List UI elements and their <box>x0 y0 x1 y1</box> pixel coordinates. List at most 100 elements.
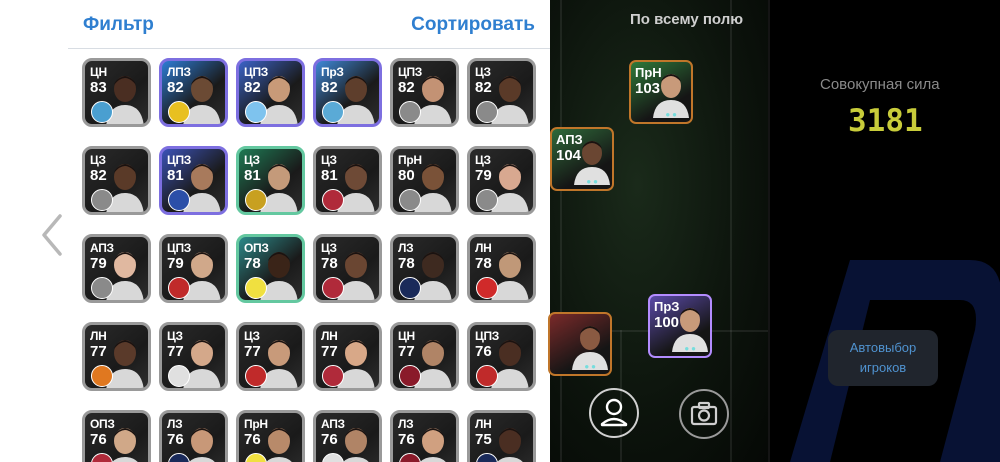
player-card[interactable]: ЛН 78 <box>467 234 536 303</box>
player-card[interactable]: ЛЗ 78 <box>390 234 459 303</box>
player-rating: 76 <box>244 431 261 448</box>
player-position: ЦЗ <box>475 153 491 167</box>
player-position: ЛН <box>321 329 338 343</box>
player-position: ЦЗ <box>475 65 491 79</box>
chevron-left-icon[interactable] <box>38 212 64 258</box>
club-badge-icon <box>476 189 498 211</box>
player-card[interactable]: ЛН 77 <box>313 322 382 391</box>
player-card[interactable]: ЦН 83 <box>82 58 151 127</box>
player-position: ЦН <box>398 329 415 343</box>
player-card[interactable]: ЦЗ 81 <box>313 146 382 215</box>
player-rating: 78 <box>398 255 415 272</box>
player-rating: 79 <box>475 167 492 184</box>
field-player-card[interactable]: ●● <box>548 312 612 376</box>
player-position: ОПЗ <box>244 241 269 255</box>
club-badge-icon <box>476 101 498 123</box>
player-card[interactable]: ЛН 77 <box>82 322 151 391</box>
club-badge-icon <box>322 189 344 211</box>
field-player-card[interactable]: ПрЗ 100 ●● <box>648 294 712 358</box>
player-position: ЦЗ <box>244 153 260 167</box>
player-card[interactable]: ЛПЗ 82 <box>159 58 228 127</box>
person-icon <box>600 398 628 427</box>
auto-select-label-line2: игроков <box>859 360 907 375</box>
club-badge-icon <box>245 277 267 299</box>
auto-select-players-button[interactable]: Автовыбор игроков <box>828 330 938 386</box>
player-position: ЦЗ <box>244 329 260 343</box>
total-strength-label: Совокупная сила <box>820 76 940 93</box>
player-rating: 76 <box>398 431 415 448</box>
player-rating: 78 <box>321 255 338 272</box>
player-card[interactable]: ЛЗ 76 <box>390 410 459 462</box>
player-card[interactable]: ЛН 75 <box>467 410 536 462</box>
club-badge-icon <box>91 189 113 211</box>
player-card[interactable]: ОПЗ 78 <box>236 234 305 303</box>
sort-button[interactable]: Сортировать <box>411 14 535 36</box>
player-position: ЦПЗ <box>475 329 500 343</box>
player-card[interactable]: ПрЗ 82 <box>313 58 382 127</box>
player-card[interactable]: ЦЗ 81 <box>236 146 305 215</box>
summary-panel <box>768 0 1000 462</box>
player-profile-button[interactable] <box>589 388 639 438</box>
camera-button[interactable] <box>679 389 729 439</box>
club-badge-icon <box>476 365 498 387</box>
player-portrait <box>420 428 446 462</box>
player-position: ПрН <box>244 417 268 431</box>
player-card[interactable]: ЦЗ 78 <box>313 234 382 303</box>
player-rating: 79 <box>167 255 184 272</box>
formation-title: По всему полю <box>630 11 744 28</box>
club-badge-icon <box>399 101 421 123</box>
player-card[interactable]: АПЗ 79 <box>82 234 151 303</box>
player-position: ПрН <box>635 65 662 80</box>
filter-button[interactable]: Фильтр <box>83 14 154 36</box>
camera-icon <box>690 401 718 426</box>
player-card[interactable]: ПрН 80 <box>390 146 459 215</box>
player-portrait <box>414 340 452 388</box>
player-portrait <box>183 340 221 388</box>
player-card[interactable]: ЦПЗ 76 <box>467 322 536 391</box>
player-rating: 82 <box>398 79 415 96</box>
player-rating: 76 <box>321 431 338 448</box>
player-card[interactable]: ОПЗ 76 <box>82 410 151 462</box>
player-rating: 82 <box>90 167 107 184</box>
player-position: ЛЗ <box>167 417 183 431</box>
player-rating: 77 <box>321 343 338 360</box>
player-rating: 100 <box>654 314 680 331</box>
club-badge-icon <box>168 189 190 211</box>
player-position: ЦЗ <box>167 329 183 343</box>
card-dots-icon: ●● <box>665 110 679 119</box>
player-rating: 77 <box>90 343 107 360</box>
field-player-card[interactable]: АПЗ 104 ●● <box>550 127 614 191</box>
player-card[interactable]: ЦЗ 82 <box>82 146 151 215</box>
player-rating: 78 <box>244 255 261 272</box>
player-portrait <box>337 340 375 388</box>
player-card[interactable]: ЦЗ 77 <box>236 322 305 391</box>
club-badge-icon <box>91 277 113 299</box>
auto-select-label-line1: Автовыбор <box>849 340 917 355</box>
player-portrait <box>106 164 144 212</box>
player-position: АПЗ <box>321 417 345 431</box>
club-badge-icon <box>91 365 113 387</box>
field-player-card[interactable]: ПрН 103 ●● <box>629 60 693 124</box>
player-card[interactable]: АПЗ 76 <box>313 410 382 462</box>
player-card[interactable]: ЦПЗ 82 <box>390 58 459 127</box>
player-position: ЦПЗ <box>167 241 192 255</box>
panel-header: Фильтр Сортировать <box>68 0 550 49</box>
player-position: ЛН <box>475 417 492 431</box>
player-card[interactable]: ПрН 76 <box>236 410 305 462</box>
player-card[interactable]: ЦПЗ 79 <box>159 234 228 303</box>
player-position: ПрЗ <box>321 65 344 79</box>
player-rating: 78 <box>475 255 492 272</box>
player-card[interactable]: ЦЗ 79 <box>467 146 536 215</box>
player-card[interactable]: ЦПЗ 82 <box>236 58 305 127</box>
player-rating: 81 <box>321 167 338 184</box>
club-badge-icon <box>399 189 421 211</box>
player-portrait <box>260 340 298 388</box>
player-card[interactable]: ЦПЗ 81 <box>159 146 228 215</box>
player-position: ОПЗ <box>90 417 115 431</box>
player-card[interactable]: ЦЗ 77 <box>159 322 228 391</box>
player-card[interactable]: ЦЗ 82 <box>467 58 536 127</box>
player-portrait <box>260 164 298 212</box>
player-card[interactable]: ЛЗ 76 <box>159 410 228 462</box>
player-position: ЦЗ <box>321 153 337 167</box>
player-card[interactable]: ЦН 77 <box>390 322 459 391</box>
